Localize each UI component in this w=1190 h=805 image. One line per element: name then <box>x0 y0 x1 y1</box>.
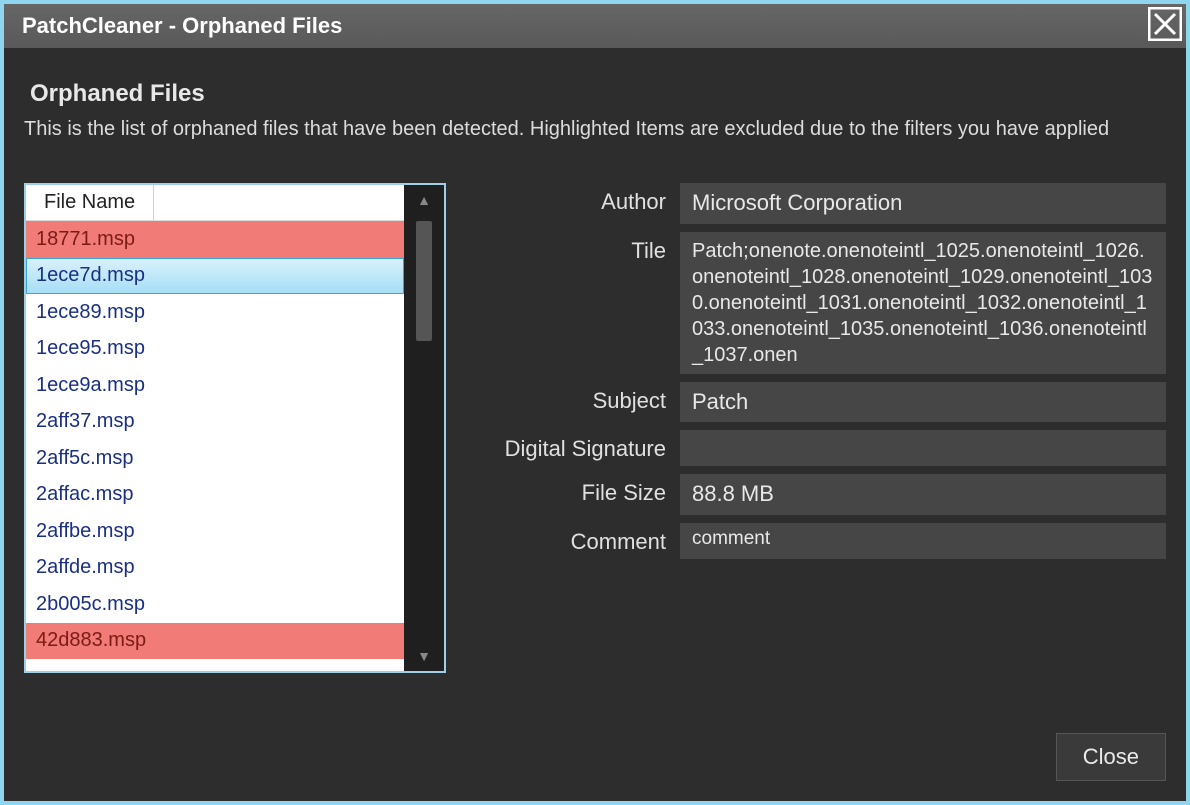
field-author: Author Microsoft Corporation <box>486 183 1166 224</box>
field-comment: Comment comment <box>486 523 1166 559</box>
file-name-cell: 2aff5c.msp <box>36 447 133 470</box>
value-author: Microsoft Corporation <box>680 183 1166 224</box>
file-name-cell: 2aff37.msp <box>36 410 135 433</box>
file-row[interactable]: 1ece7d.msp <box>26 258 404 295</box>
scroll-down-arrow-icon[interactable]: ▼ <box>404 641 444 671</box>
value-digital-signature <box>680 430 1166 466</box>
page-description: This is the list of orphaned files that … <box>24 118 1166 141</box>
file-list-scrollbar[interactable]: ▲ ▼ <box>404 185 444 671</box>
field-file-size: File Size 88.8 MB <box>486 474 1166 515</box>
window-close-button[interactable] <box>1144 5 1186 47</box>
file-list-column: File Name 18771.msp1ece7d.msp1ece89.msp1… <box>26 185 404 671</box>
file-row[interactable]: 2affbe.msp <box>26 513 404 550</box>
file-name-cell: 2affde.msp <box>36 556 135 579</box>
value-tile: Patch;onenote.onenoteintl_1025.onenotein… <box>680 232 1166 374</box>
file-name-cell: 1ece9a.msp <box>36 374 145 397</box>
content-area: Orphaned Files This is the list of orpha… <box>4 48 1186 801</box>
file-row[interactable]: 2affac.msp <box>26 477 404 514</box>
main-row: File Name 18771.msp1ece7d.msp1ece89.msp1… <box>24 183 1166 673</box>
label-subject: Subject <box>486 382 666 414</box>
label-author: Author <box>486 183 666 215</box>
label-comment: Comment <box>486 523 666 555</box>
file-list-body[interactable]: 18771.msp 1ece7d.msp 1ece89.msp 1ece95.msp 1… <box>26 221 404 671</box>
file-row[interactable]: 1ece9a.msp <box>26 367 404 404</box>
value-subject: Patch <box>680 382 1166 423</box>
file-row[interactable]: 2aff5c.msp <box>26 440 404 477</box>
file-name-cell: 2affac.msp <box>36 483 133 506</box>
file-row[interactable]: 1ece89.msp <box>26 294 404 331</box>
scroll-thumb[interactable] <box>416 221 432 341</box>
field-subject: Subject Patch <box>486 382 1166 423</box>
file-name-cell: 1ece7d.msp <box>36 264 145 287</box>
scroll-up-arrow-icon[interactable]: ▲ <box>404 185 444 215</box>
file-row[interactable]: 18771.msp <box>26 221 404 258</box>
file-row[interactable]: 2affde.msp <box>26 550 404 587</box>
label-tile: Tile <box>486 232 666 264</box>
value-file-size: 88.8 MB <box>680 474 1166 515</box>
close-icon <box>1148 7 1182 46</box>
field-digital-signature: Digital Signature <box>486 430 1166 466</box>
close-button[interactable]: Close <box>1056 733 1166 781</box>
field-tile: Tile Patch;onenote.onenoteintl_1025.onen… <box>486 232 1166 374</box>
file-list-header-row: File Name <box>26 185 404 221</box>
details-panel: Author Microsoft Corporation Tile Patch;… <box>466 183 1166 673</box>
file-row[interactable]: 1ece95.msp <box>26 331 404 368</box>
value-comment: comment <box>680 523 1166 559</box>
titlebar: PatchCleaner - Orphaned Files <box>4 4 1186 48</box>
scroll-track[interactable] <box>404 215 444 641</box>
file-row[interactable]: 42d883.msp <box>26 623 404 660</box>
app-window: PatchCleaner - Orphaned Files Orphaned F… <box>4 4 1186 801</box>
file-list-panel: File Name 18771.msp1ece7d.msp1ece89.msp1… <box>24 183 446 673</box>
file-name-cell: 1ece95.msp <box>36 337 145 360</box>
label-file-size: File Size <box>486 474 666 506</box>
column-header-filename[interactable]: File Name <box>26 185 154 220</box>
label-digital-signature: Digital Signature <box>486 430 666 462</box>
file-name-cell: 2b005c.msp <box>36 593 145 616</box>
file-name-cell: 42d883.msp <box>36 629 146 652</box>
file-row[interactable]: 2aff37.msp <box>26 404 404 441</box>
file-row[interactable]: 2b005c.msp <box>26 586 404 623</box>
file-name-cell: 2affbe.msp <box>36 520 135 543</box>
file-name-cell: 1ece89.msp <box>36 301 145 324</box>
window-title: PatchCleaner - Orphaned Files <box>22 13 1144 39</box>
page-heading: Orphaned Files <box>24 80 1166 108</box>
footer: Close <box>1056 733 1166 781</box>
file-name-cell: 18771.msp <box>36 228 135 251</box>
